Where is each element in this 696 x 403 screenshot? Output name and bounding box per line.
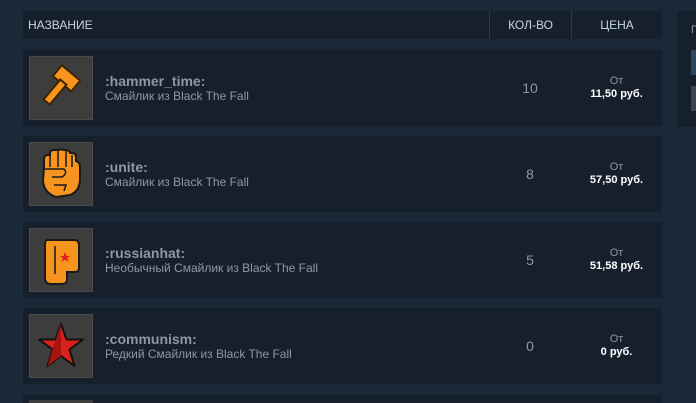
red-star-icon (29, 314, 93, 378)
price-amount: 57,50 руб. (589, 174, 644, 186)
price-amount: 51,58 руб. (589, 260, 644, 272)
price-amount: 0 руб. (600, 346, 633, 358)
price-amount: 11,50 руб. (590, 88, 643, 100)
table-row[interactable]: :unite: Смайлик из Black The Fall 8 От 5… (23, 136, 662, 212)
item-description: Смайлик из Black The Fall (105, 174, 249, 189)
side-button-primary[interactable] (691, 50, 696, 75)
item-quantity: 0 (526, 338, 534, 354)
price-from-label: От (609, 247, 624, 259)
item-quantity: 5 (526, 252, 534, 268)
header-name[interactable]: НАЗВАНИЕ (23, 18, 489, 32)
table-row-partial[interactable] (23, 395, 662, 403)
price-from-label: От (609, 161, 624, 173)
price-from-label: От (609, 333, 624, 345)
hat-icon (29, 228, 93, 292)
item-name[interactable]: :hammer_time: (105, 73, 489, 89)
price-from-label: От (609, 75, 624, 87)
item-price: От 11,50 руб. (571, 75, 662, 101)
fist-icon (29, 142, 93, 206)
item-description: Смайлик из Black The Fall (105, 88, 249, 103)
side-button-secondary[interactable] (691, 86, 696, 111)
item-price: От 51,58 руб. (571, 247, 662, 273)
item-price: От 57,50 руб. (571, 161, 662, 187)
hammer-icon (29, 56, 93, 120)
table-row[interactable]: :russianhat: Необычный Смайлик из Black … (23, 222, 662, 298)
table-row[interactable]: :communism: Редкий Смайлик из Black The … (23, 308, 662, 384)
header-quantity[interactable]: КОЛ-ВО (489, 11, 571, 39)
item-quantity: 10 (522, 80, 538, 96)
item-quantity: 8 (526, 166, 534, 182)
item-description: Редкий Смайлик из Black The Fall (105, 346, 292, 361)
item-price: От 0 руб. (571, 333, 662, 359)
market-listing-table: НАЗВАНИЕ КОЛ-ВО ЦЕНА :hammer_time: Смайл… (23, 11, 662, 384)
table-header: НАЗВАНИЕ КОЛ-ВО ЦЕНА (23, 11, 662, 39)
side-panel-label: П (691, 24, 696, 36)
item-description: Необычный Смайлик из Black The Fall (105, 260, 318, 275)
item-name[interactable]: :russianhat: (105, 245, 489, 261)
header-price[interactable]: ЦЕНА (571, 11, 662, 39)
item-name[interactable]: :communism: (105, 331, 489, 347)
table-row[interactable]: :hammer_time: Смайлик из Black The Fall … (23, 50, 662, 126)
item-name[interactable]: :unite: (105, 159, 489, 175)
